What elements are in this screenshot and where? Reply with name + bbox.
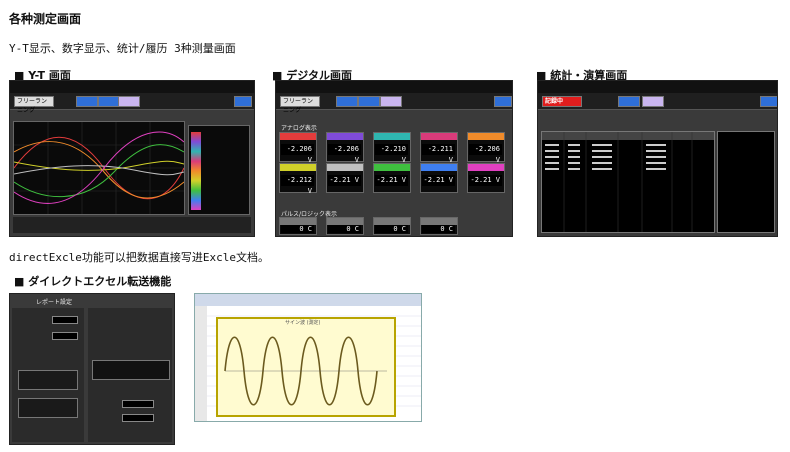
digital-tile: -2.21 V xyxy=(373,163,411,193)
digital-button xyxy=(494,96,512,107)
digital-tile: -2.21 V xyxy=(467,163,505,193)
page-title: 各种测定画面 xyxy=(9,12,82,26)
analog-display-header: アナログ表示 xyxy=(281,125,317,132)
excel-chart-title: サイン波 (測定) xyxy=(285,320,321,326)
excel-sheet-screenshot: サイン波 (測定) xyxy=(194,293,422,422)
digital-tile: -2.206 V xyxy=(279,132,317,164)
page-subtitle: Y-T显示、数字显示、统计/履历 3种测量画面 xyxy=(9,42,236,55)
digital-tile: -2.21 V xyxy=(326,163,364,193)
pulse-tile: 0 C xyxy=(373,217,411,235)
yt-button xyxy=(76,96,98,107)
digital-tile: -2.206 V xyxy=(467,132,505,164)
digital-tile: -2.211 V xyxy=(420,132,458,164)
digital-button xyxy=(358,96,380,107)
yt-graph-area xyxy=(13,121,185,215)
stats-button xyxy=(642,96,664,107)
yt-channel-table xyxy=(188,125,250,215)
yt-mode-label: フリーランニング xyxy=(14,96,54,114)
stats-table xyxy=(541,131,715,233)
pulse-tile: 0 C xyxy=(326,217,364,235)
yt-button xyxy=(98,96,120,107)
digital-screen-screenshot: フリーランニング アナログ表示 -2.206 V -2.206 V -2.210… xyxy=(275,80,513,237)
pulse-tile: 0 C xyxy=(420,217,458,235)
yt-screen-screenshot: フリーランニング xyxy=(9,80,255,237)
digital-button xyxy=(336,96,358,107)
stats-button xyxy=(760,96,777,107)
stats-button xyxy=(618,96,640,107)
report-dialog-title: レポート設定 xyxy=(36,299,73,306)
directexcel-note: directExcle功能可以把数据直接写进Excle文档。 xyxy=(9,251,269,264)
stats-status-label: 記録中 xyxy=(542,96,582,107)
digital-tile: -2.212 V xyxy=(279,163,317,195)
yt-button xyxy=(234,96,252,107)
yt-waveform-graph xyxy=(13,122,185,214)
digital-tile: -2.210 V xyxy=(373,132,411,164)
yt-bottom-toolbar xyxy=(13,217,251,233)
stats-side-table xyxy=(717,131,775,233)
yt-button xyxy=(118,96,140,107)
digital-tile: -2.21 V xyxy=(420,163,458,193)
digital-button xyxy=(380,96,402,107)
digital-mode-label: フリーランニング xyxy=(280,96,320,114)
pulse-tile: 0 C xyxy=(279,217,317,235)
report-settings-screenshot: レポート設定 xyxy=(9,293,175,445)
excel-section-label: ■ ダイレクトエクセル転送機能 xyxy=(14,275,172,288)
stats-screen-screenshot: 記録中 xyxy=(537,80,778,237)
digital-tile: -2.206 V xyxy=(326,132,364,164)
